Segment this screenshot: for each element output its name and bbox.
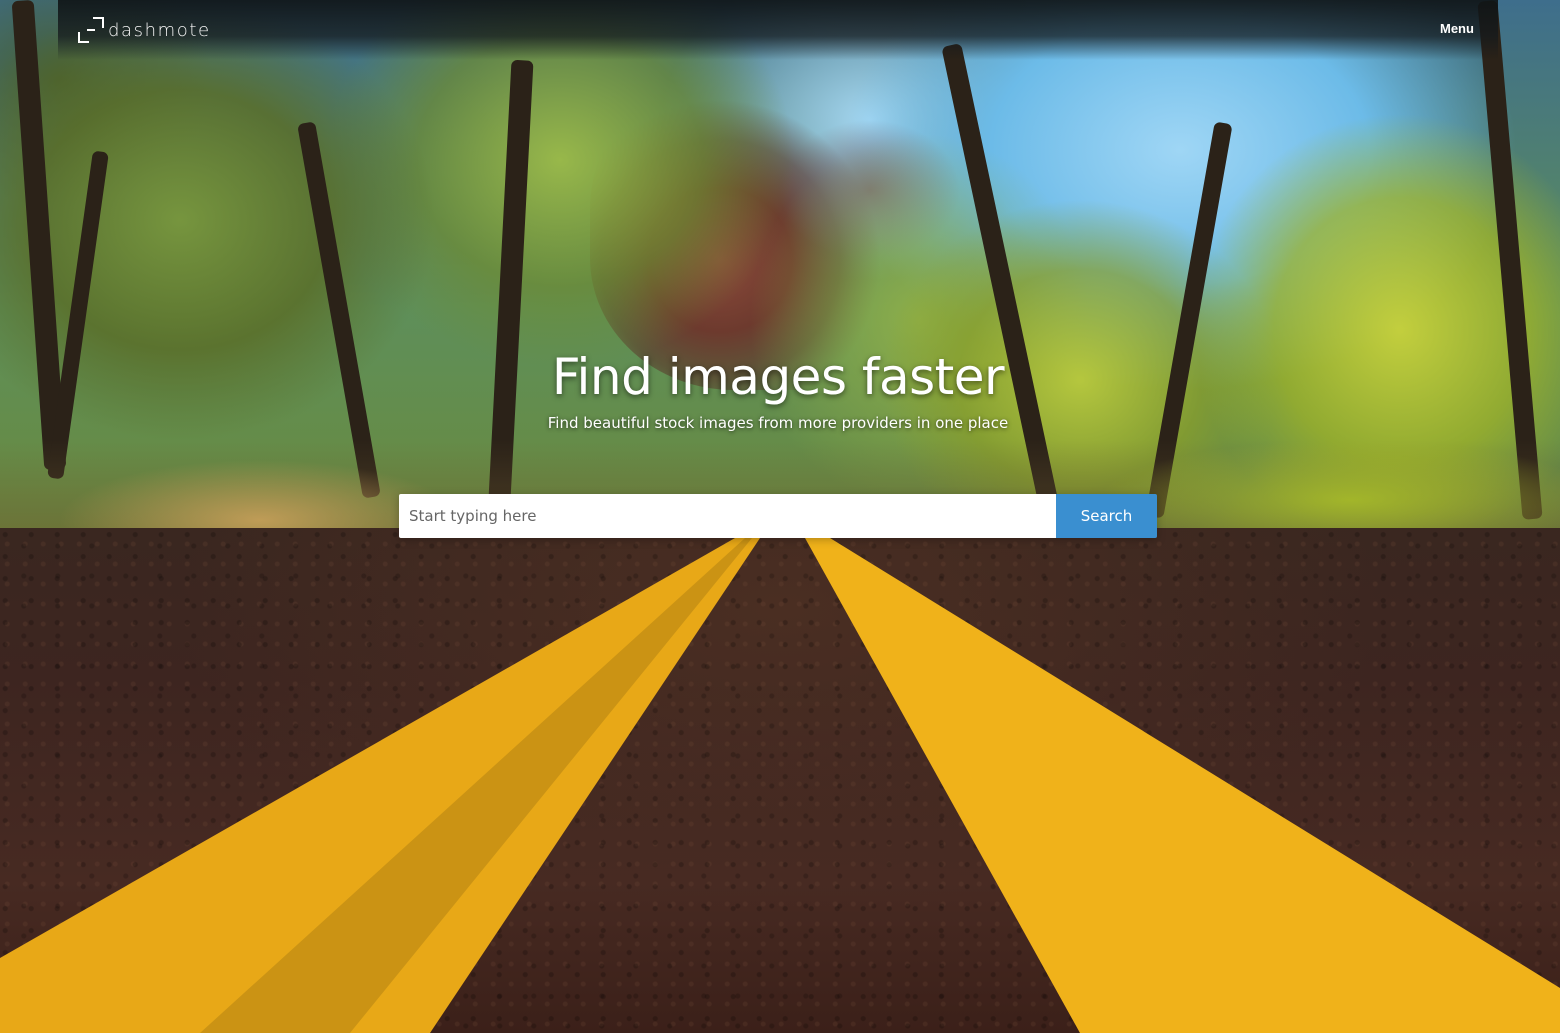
search-button[interactable]: Search <box>1056 494 1157 538</box>
hero-title: Find images faster <box>551 348 1005 406</box>
search-form: Search <box>399 494 1157 538</box>
hero-subtitle: Find beautiful stock images from more pr… <box>547 414 1009 432</box>
top-navbar <box>58 0 1498 60</box>
brand-logo[interactable]: dashmote <box>78 17 211 43</box>
road-yellow-lines <box>0 538 1560 1033</box>
brand-name: dashmote <box>108 19 211 41</box>
landing-page: dashmote Menu Find images faster Find be… <box>0 0 1560 1033</box>
menu-button[interactable]: Menu <box>1440 21 1474 36</box>
dashmote-logo-icon <box>78 17 104 43</box>
search-input[interactable] <box>399 494 1056 538</box>
road-stripe-right <box>805 538 1560 1033</box>
